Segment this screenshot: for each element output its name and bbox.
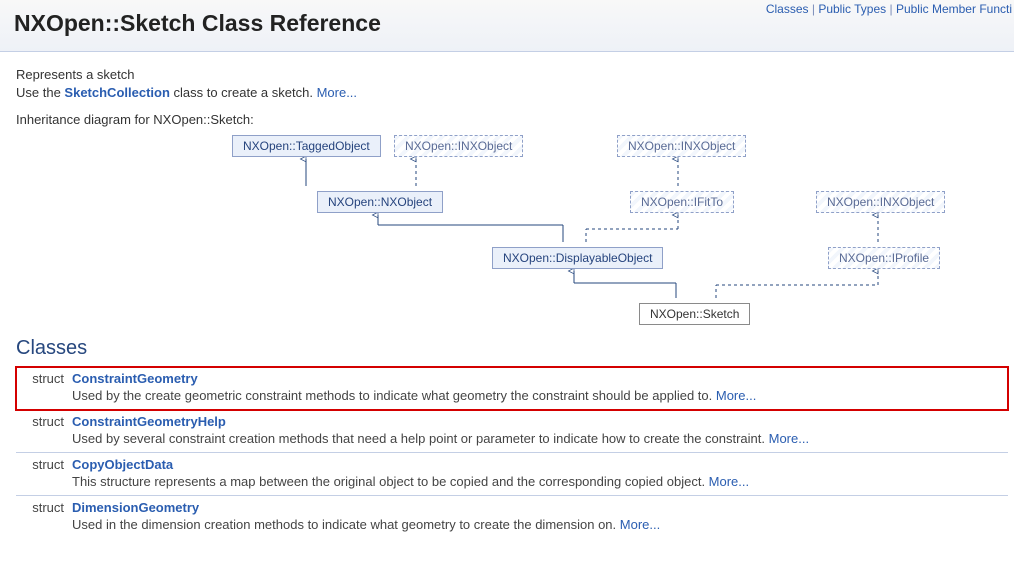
link-classes[interactable]: Classes	[766, 2, 809, 16]
desc-line2-pre: Use the	[16, 85, 64, 100]
more-link[interactable]: More...	[716, 388, 756, 403]
header-bar: Classes | Public Types | Public Member F…	[0, 0, 1014, 52]
class-link[interactable]: ConstraintGeometry	[72, 371, 198, 386]
table-row: struct CopyObjectData This structure repr…	[16, 453, 1008, 496]
classes-table: struct ConstraintGeometry Used by the cre…	[16, 366, 1008, 538]
class-link[interactable]: CopyObjectData	[72, 457, 173, 472]
link-public-types[interactable]: Public Types	[818, 2, 886, 16]
node-ifitto[interactable]: NXOpen::IFitTo	[630, 191, 734, 213]
node-iprofile[interactable]: NXOpen::IProfile	[828, 247, 940, 269]
top-links: Classes | Public Types | Public Member F…	[766, 2, 1012, 16]
node-inxobject-3[interactable]: NXOpen::INXObject	[816, 191, 945, 213]
desc-line1: Represents a sketch	[16, 67, 135, 82]
class-desc: Used by the create geometric constraint …	[72, 388, 1004, 403]
node-sketch[interactable]: NXOpen::Sketch	[639, 303, 750, 325]
table-row: struct DimensionGeometry Used in the dime…	[16, 496, 1008, 539]
class-desc: Used by several constraint creation meth…	[72, 431, 1004, 446]
more-link[interactable]: More...	[620, 517, 660, 532]
class-desc: Used in the dimension creation methods t…	[72, 517, 1004, 532]
desc-more-link[interactable]: More...	[317, 85, 357, 100]
node-nxobject[interactable]: NXOpen::NXObject	[317, 191, 443, 213]
class-cell: DimensionGeometry Used in the dimension c…	[68, 496, 1008, 539]
link-public-member-functions[interactable]: Public Member Functi	[896, 2, 1012, 16]
more-link[interactable]: More...	[769, 431, 809, 446]
inheritance-label: Inheritance diagram for NXOpen::Sketch:	[16, 112, 1008, 127]
inheritance-diagram: NXOpen::TaggedObject NXOpen::INXObject N…	[16, 129, 986, 329]
link-sketchcollection[interactable]: SketchCollection	[64, 85, 169, 100]
desc-line2-post: class to create a sketch.	[170, 85, 317, 100]
node-taggedobject[interactable]: NXOpen::TaggedObject	[232, 135, 381, 157]
class-link[interactable]: ConstraintGeometryHelp	[72, 414, 226, 429]
class-link[interactable]: DimensionGeometry	[72, 500, 199, 515]
diagram-arrows	[16, 129, 986, 329]
class-cell: CopyObjectData This structure represents …	[68, 453, 1008, 496]
more-link[interactable]: More...	[709, 474, 749, 489]
class-kind: struct	[16, 367, 68, 410]
content: Represents a sketch Use the SketchCollec…	[0, 52, 1014, 548]
table-row: struct ConstraintGeometry Used by the cre…	[16, 367, 1008, 410]
description: Represents a sketch Use the SketchCollec…	[16, 66, 1008, 102]
class-desc: This structure represents a map between …	[72, 474, 1004, 489]
section-classes: Classes	[16, 337, 1008, 360]
class-cell: ConstraintGeometry Used by the create geo…	[68, 367, 1008, 410]
table-row: struct ConstraintGeometryHelp Used by sev…	[16, 410, 1008, 453]
node-inxobject-2[interactable]: NXOpen::INXObject	[617, 135, 746, 157]
class-kind: struct	[16, 453, 68, 496]
class-cell: ConstraintGeometryHelp Used by several co…	[68, 410, 1008, 453]
class-kind: struct	[16, 410, 68, 453]
class-kind: struct	[16, 496, 68, 539]
node-inxobject-1[interactable]: NXOpen::INXObject	[394, 135, 523, 157]
node-displayableobject[interactable]: NXOpen::DisplayableObject	[492, 247, 663, 269]
